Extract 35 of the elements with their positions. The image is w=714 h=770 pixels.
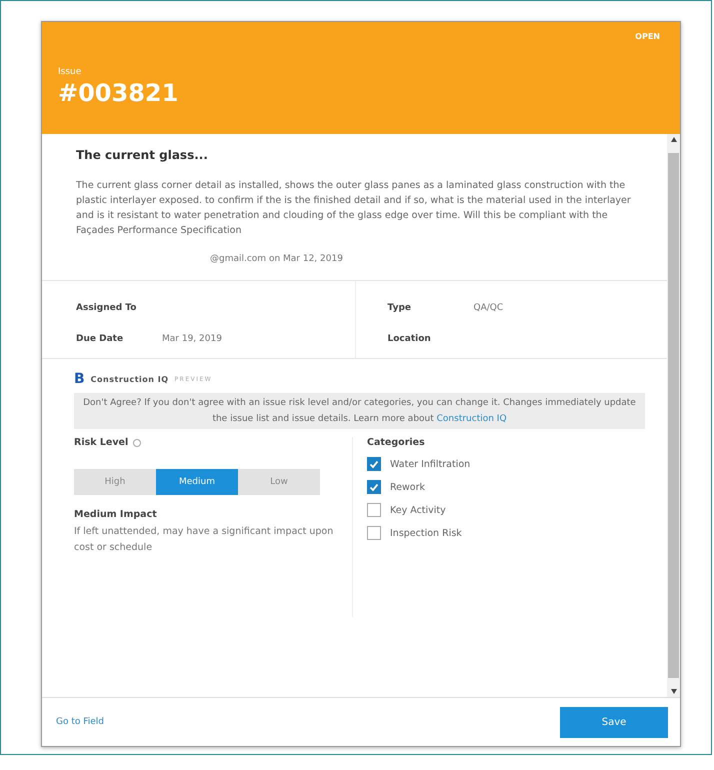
issue-label: Issue (58, 67, 82, 77)
field-label: Location (388, 334, 432, 344)
section-title: Construction IQ (90, 374, 169, 384)
category-label: Water Infiltration (390, 458, 470, 470)
scrollbar[interactable] (667, 134, 680, 697)
impact-title: Medium Impact (74, 509, 158, 520)
save-button[interactable]: Save (560, 706, 668, 738)
info-icon (133, 438, 142, 446)
checkbox[interactable] (367, 526, 381, 540)
checkbox[interactable] (367, 503, 381, 517)
category-label: Key Activity (390, 504, 446, 516)
issue-description: The current glass corner detail as installed, shows the outer glass panes as a laminated glass construction with the plastic interlayer exposed. to confirm if the is the finished detail and if so, what is the material used in the interlayer and is it resistant to water penetration and clouding of the glass edge over time. Will this be compliant with the Façades Performance Specification (76, 179, 632, 238)
go-to-field-link[interactable]: Go to Field (56, 717, 104, 727)
logo-letter: B (74, 371, 85, 387)
field-label: Due Date (76, 334, 124, 344)
impact-text: If left unattended, may have a significant impact upon cost or schedule (74, 525, 334, 555)
learn-more-link[interactable]: Construction IQ (436, 414, 507, 424)
status-label: OPEN (635, 32, 660, 41)
checkbox[interactable] (367, 480, 381, 494)
author-line: @gmail.com on Mar 12, 2019 (210, 254, 344, 264)
checkbox[interactable] (367, 457, 381, 471)
notice-text: Don't Agree? If you don't agree with an issue risk level and/or categories, you can change it. Changes immediately update the issue list and issue details. Learn more about Construction IQ (74, 393, 645, 429)
risk-level-label: Risk Level (74, 437, 128, 448)
issue-title: The current glass... (76, 148, 209, 162)
field-label: Assigned To (76, 303, 138, 313)
issue-number: #003821 (58, 79, 180, 107)
category-label: Inspection Risk (390, 528, 462, 538)
risk-option[interactable]: Medium (156, 469, 238, 495)
scroll-down-icon[interactable] (670, 689, 676, 694)
field-label: Type (388, 303, 412, 313)
categories-label: Categories (367, 437, 426, 448)
scroll-up-icon[interactable] (670, 137, 676, 142)
field-value: Mar 19, 2019 (162, 334, 222, 344)
field-value: QA/QC (474, 303, 504, 313)
category-label: Rework (390, 482, 426, 492)
